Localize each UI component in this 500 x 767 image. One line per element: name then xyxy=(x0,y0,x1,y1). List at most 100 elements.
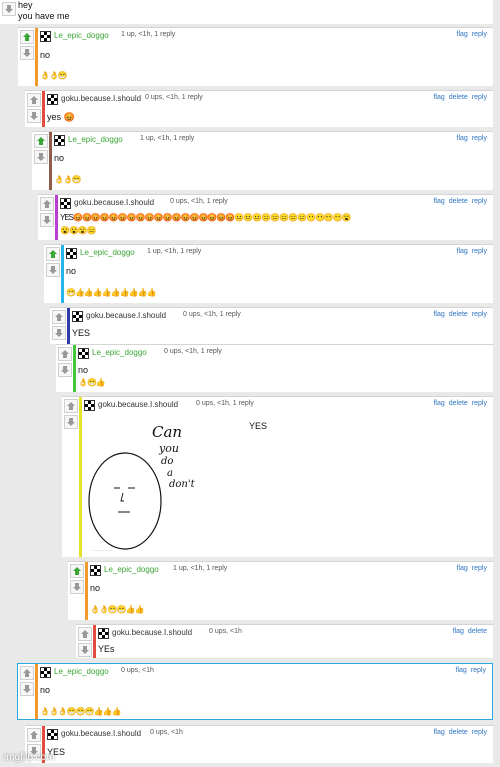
comment: goku.because.I.should 0 ups, <1h, 1 repl… xyxy=(25,90,493,127)
upvote-button[interactable] xyxy=(20,30,34,44)
flag-link[interactable]: flag xyxy=(457,135,468,142)
upvote-button[interactable] xyxy=(40,197,54,211)
upvote-button[interactable] xyxy=(64,399,78,413)
avatar[interactable] xyxy=(78,348,89,359)
reply-link[interactable]: reply xyxy=(472,198,487,205)
flag-link[interactable]: flag xyxy=(453,628,464,635)
reply-link[interactable]: reply xyxy=(472,135,487,142)
delete-link[interactable]: delete xyxy=(449,94,468,101)
arrow-up-icon xyxy=(49,250,57,258)
delete-link[interactable]: delete xyxy=(468,628,487,635)
avatar[interactable] xyxy=(72,311,83,322)
upvote-button[interactable] xyxy=(20,666,34,680)
downvote-button[interactable] xyxy=(46,263,60,277)
comment-image[interactable]: ________ Can you do a don't xyxy=(87,413,237,553)
username[interactable]: goku.because.I.should xyxy=(98,400,178,409)
upvote-button[interactable] xyxy=(58,347,72,361)
username[interactable]: goku.because.I.should xyxy=(74,198,154,207)
flag-link[interactable]: flag xyxy=(433,94,444,101)
avatar[interactable] xyxy=(84,400,95,411)
downvote-button[interactable] xyxy=(70,580,84,594)
flag-link[interactable]: flag xyxy=(457,31,468,38)
avatar[interactable] xyxy=(40,667,51,678)
upvote-button[interactable] xyxy=(70,564,84,578)
comment-text: YES😡😡😡😡😡😡😡😡😡😡😡😡😡😡😡😡😡😡😐😐😐😑😑😑😑😑😶😶😶😶😮 xyxy=(60,213,352,222)
avatar[interactable] xyxy=(90,565,101,576)
reply-link[interactable]: reply xyxy=(472,248,487,255)
thread-bar xyxy=(49,132,52,190)
delete-link[interactable]: delete xyxy=(449,198,468,205)
avatar[interactable] xyxy=(60,198,71,209)
flag-link[interactable]: flag xyxy=(456,667,467,674)
upvote-button[interactable] xyxy=(46,247,60,261)
arrow-up-icon xyxy=(30,731,38,739)
comment-text: no xyxy=(40,685,51,695)
avatar[interactable] xyxy=(54,135,65,146)
comment-text: no xyxy=(90,583,101,593)
avatar[interactable] xyxy=(47,94,58,105)
reply-link[interactable]: reply xyxy=(472,311,487,318)
upvote-button[interactable] xyxy=(78,627,92,641)
upvote-button[interactable] xyxy=(27,728,41,742)
downvote-button[interactable] xyxy=(27,109,41,123)
username[interactable]: goku.because.I.should xyxy=(61,729,141,738)
delete-link[interactable]: delete xyxy=(449,729,468,736)
flag-link[interactable]: flag xyxy=(457,565,468,572)
avatar[interactable] xyxy=(66,248,77,259)
comment: Le_epic_doggo 1 up, <1h, 1 reply flag rep… xyxy=(18,27,493,86)
downvote-button[interactable] xyxy=(78,643,92,657)
flag-link[interactable]: flag xyxy=(433,729,444,736)
username[interactable]: Le_epic_doggo xyxy=(80,248,135,257)
username[interactable]: Le_epic_doggo xyxy=(68,135,123,144)
upvote-button[interactable] xyxy=(52,310,66,324)
comment-meta: 0 ups, <1h, 1 reply xyxy=(145,94,203,101)
comment-text: YEs xyxy=(98,644,115,654)
comment: Le_epic_doggo 1 up, <1h, 1 reply flag rep… xyxy=(44,244,493,303)
comment-meta: 1 up, <1h, 1 reply xyxy=(121,31,176,38)
thread-bar xyxy=(35,28,38,86)
handwritten-text: do xyxy=(161,456,174,467)
comment-actions: flag reply xyxy=(452,667,486,674)
arrow-down-icon xyxy=(73,583,81,591)
flag-link[interactable]: flag xyxy=(433,198,444,205)
avatar[interactable] xyxy=(40,31,51,42)
flag-link[interactable]: flag xyxy=(457,248,468,255)
reply-link[interactable]: reply xyxy=(472,94,487,101)
avatar[interactable] xyxy=(98,628,109,639)
username[interactable]: Le_epic_doggo xyxy=(104,565,159,574)
downvote-button[interactable] xyxy=(2,2,16,16)
username[interactable]: Le_epic_doggo xyxy=(54,31,109,40)
username[interactable]: goku.because.I.should xyxy=(112,628,192,637)
comment-emoji: 👌😁👍 xyxy=(78,378,106,387)
reply-link[interactable]: reply xyxy=(472,565,487,572)
downvote-button[interactable] xyxy=(58,363,72,377)
downvote-button[interactable] xyxy=(52,326,66,340)
arrow-down-icon xyxy=(55,329,63,337)
downvote-button[interactable] xyxy=(20,682,34,696)
arrow-up-icon xyxy=(23,33,31,41)
comment-meta: 1 up, <1h, 1 reply xyxy=(147,248,202,255)
upvote-button[interactable] xyxy=(27,93,41,107)
flag-link[interactable]: flag xyxy=(433,400,444,407)
username[interactable]: Le_epic_doggo xyxy=(92,348,147,357)
reply-link[interactable]: reply xyxy=(472,31,487,38)
reply-link[interactable]: reply xyxy=(472,400,487,407)
username[interactable]: goku.because.I.should xyxy=(86,311,166,320)
downvote-button[interactable] xyxy=(34,150,48,164)
flag-link[interactable]: flag xyxy=(433,311,444,318)
delete-link[interactable]: delete xyxy=(449,311,468,318)
delete-link[interactable]: delete xyxy=(449,400,468,407)
comment-actions: flag reply xyxy=(453,31,487,38)
avatar[interactable] xyxy=(47,729,58,740)
arrow-up-icon xyxy=(81,630,89,638)
comment-emoji: 😮😮😮😑 xyxy=(60,226,97,235)
downvote-button[interactable] xyxy=(20,46,34,60)
downvote-button[interactable] xyxy=(40,213,54,227)
downvote-button[interactable] xyxy=(64,415,78,429)
reply-link[interactable]: reply xyxy=(471,667,486,674)
arrow-up-icon xyxy=(23,669,31,677)
reply-link[interactable]: reply xyxy=(472,729,487,736)
username[interactable]: goku.because.I.should xyxy=(61,94,141,103)
upvote-button[interactable] xyxy=(34,134,48,148)
username[interactable]: Le_epic_doggo xyxy=(54,667,109,676)
